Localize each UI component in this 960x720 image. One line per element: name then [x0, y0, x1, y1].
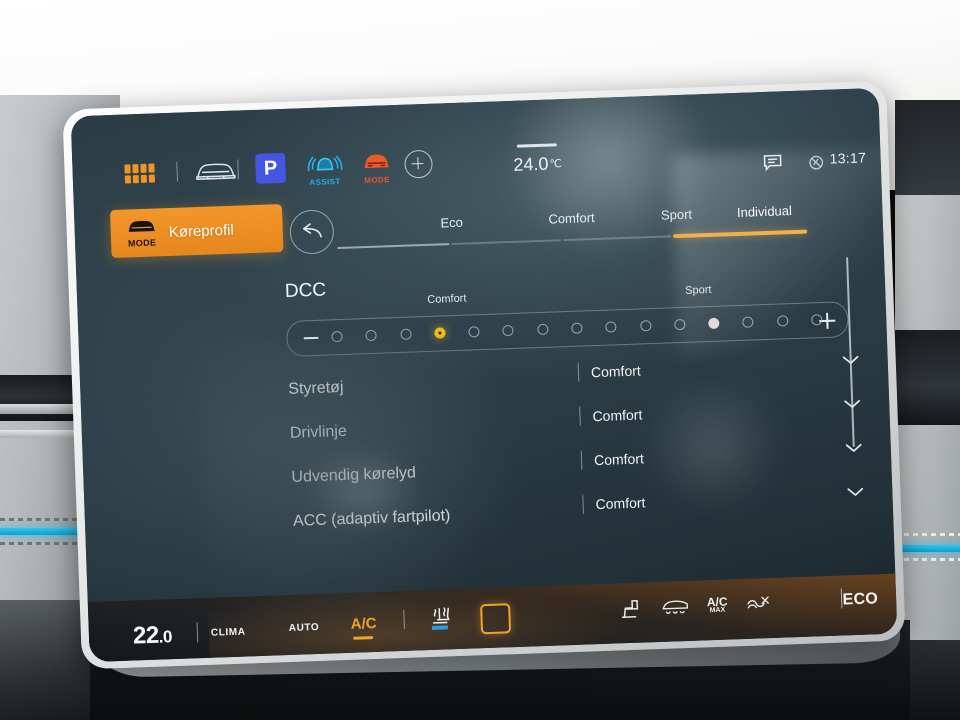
dash-right-vent [895, 330, 960, 425]
dash-right-upper-dark [895, 100, 960, 195]
screen-vignette [70, 87, 898, 663]
dash-stitching-right-bottom [895, 558, 960, 561]
infotainment-screen[interactable]: P ASSIST MODE [70, 87, 898, 663]
dash-stitching-right-top [895, 533, 960, 536]
ambient-light-right [895, 545, 960, 552]
